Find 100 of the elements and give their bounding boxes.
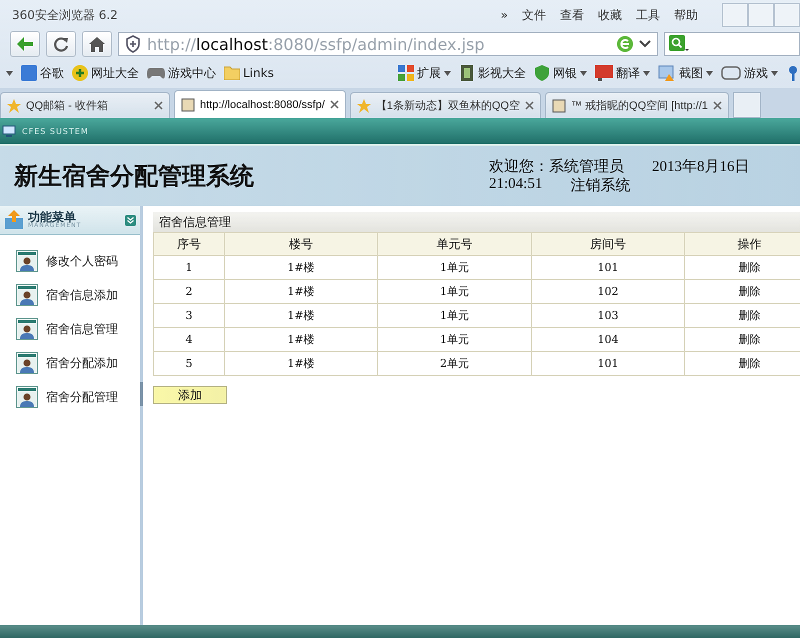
menu-title: 功能菜单	[28, 211, 76, 223]
shield-icon	[125, 35, 141, 53]
grid-icon	[398, 65, 414, 81]
delete-link[interactable]: 删除	[685, 352, 800, 376]
home-icon	[89, 36, 105, 52]
browser-tab[interactable]: 【1条新动态】双鱼林的QQ空	[350, 92, 541, 118]
page-icon	[181, 98, 195, 112]
time-text: 21:04:51	[489, 176, 542, 194]
user-card-icon	[16, 352, 38, 374]
dropdown-icon[interactable]	[639, 40, 651, 48]
toolbar-button[interactable]: 截图	[658, 64, 713, 82]
menu-item[interactable]: 查看	[560, 6, 584, 24]
home-button[interactable]	[82, 31, 112, 57]
table-cell: 3	[153, 304, 225, 328]
menu-item[interactable]: 文件	[522, 6, 546, 24]
table-cell: 1单元	[378, 304, 532, 328]
logout-link[interactable]: 注销系统	[570, 176, 630, 195]
caret-icon	[706, 70, 713, 76]
caret-icon	[444, 70, 451, 76]
table-cell: 1#楼	[225, 352, 378, 376]
toolbar-button[interactable]: 游戏	[721, 64, 778, 82]
browser-tab[interactable]: ™ 戒指昵的QQ空间 [http://1	[544, 92, 729, 118]
sidebar-item[interactable]: 修改个人密码	[14, 249, 140, 273]
browser-title: 360安全浏览器 6.2	[12, 6, 118, 24]
caret-icon	[643, 70, 650, 76]
app-title: 新生宿舍分配管理系统	[14, 160, 255, 192]
table-cell: 104	[532, 328, 685, 352]
table-cell: 1	[153, 256, 225, 280]
toolbar-button[interactable]: 扩展	[398, 64, 451, 82]
user-card-icon	[16, 318, 38, 340]
inbox-arrow-icon	[4, 210, 24, 230]
shield-icon	[534, 65, 550, 81]
back-arrow-icon	[17, 37, 33, 51]
date-text: 2013年8月16日	[652, 158, 750, 176]
toolbar-button[interactable]: 影视大全	[459, 64, 526, 82]
refresh-button[interactable]	[46, 31, 76, 57]
menu-item[interactable]: 收藏	[598, 6, 622, 24]
column-header: 楼号	[225, 232, 378, 256]
back-button[interactable]	[10, 31, 40, 57]
table-cell: 1单元	[378, 328, 532, 352]
table-cell: 1#楼	[225, 280, 378, 304]
table-cell: 101	[532, 352, 685, 376]
close-icon[interactable]	[712, 101, 722, 110]
bookmark-link[interactable]: 谷歌	[21, 64, 64, 82]
welcome-text: 欢迎您：系统管理员	[489, 157, 624, 176]
star-icon	[7, 98, 21, 112]
system-label: CFES SUSTEM	[22, 126, 89, 136]
toolbar-button[interactable]: 网银	[534, 64, 587, 82]
close-icon[interactable]	[154, 101, 163, 110]
table-cell: 103	[532, 304, 685, 328]
search-field[interactable]	[664, 32, 800, 56]
bookmark-link[interactable]: 游戏中心	[147, 64, 216, 82]
column-header: 序号	[153, 232, 225, 256]
table-cell: 1#楼	[225, 304, 378, 328]
address-field[interactable]: http://localhost:8080/ssfp/admin/index.jsp	[118, 32, 658, 56]
sidebar-item[interactable]: 宿舍分配管理	[14, 385, 140, 409]
delete-link[interactable]: 删除	[685, 280, 800, 304]
sidebar-item[interactable]: 宿舍信息添加	[14, 283, 140, 307]
delete-link[interactable]: 删除	[685, 256, 800, 280]
sidebar-item[interactable]: 宿舍信息管理	[14, 317, 140, 341]
menu-item[interactable]: 工具	[636, 6, 660, 24]
screenshot-icon	[658, 65, 676, 81]
browser-tab[interactable]: QQ邮箱 - 收件箱	[0, 92, 170, 118]
user-card-icon	[16, 284, 38, 306]
splitter-handle[interactable]	[140, 382, 143, 406]
sidebar-item[interactable]: 宿舍分配添加	[14, 351, 140, 375]
search-icon	[669, 35, 689, 53]
table-cell: 5	[153, 352, 225, 376]
refresh-icon	[53, 36, 69, 52]
table-cell: 2	[153, 280, 225, 304]
table-cell: 101	[532, 256, 685, 280]
toolbar-button[interactable]: 翻译	[595, 64, 650, 82]
plus-circle-icon	[72, 65, 88, 81]
delete-link[interactable]: 删除	[685, 304, 800, 328]
delete-link[interactable]: 删除	[685, 328, 800, 352]
table-cell: 4	[153, 328, 225, 352]
caret-icon	[6, 70, 13, 76]
browser-mode-icon[interactable]	[617, 36, 633, 52]
panel-title: 宿舍信息管理	[153, 212, 800, 232]
film-strip-icon	[459, 65, 475, 81]
close-icon[interactable]	[330, 100, 339, 109]
menu-item[interactable]: 帮助	[674, 6, 698, 24]
collapse-icon[interactable]	[125, 214, 136, 226]
column-header: 操作	[685, 232, 800, 256]
column-header: 房间号	[532, 232, 685, 256]
bookmark-link[interactable]: 网址大全	[72, 64, 139, 82]
caret-icon	[580, 70, 587, 76]
table-cell: 1单元	[378, 256, 532, 280]
close-icon[interactable]	[524, 101, 534, 110]
table-cell: 1#楼	[225, 256, 378, 280]
add-button[interactable]: 添加	[153, 386, 227, 404]
browser-tab[interactable]: http://localhost:8080/ssfp/	[174, 90, 346, 118]
user-card-icon	[16, 386, 38, 408]
monitor-icon	[2, 125, 16, 137]
bookmark-link[interactable]: Links	[224, 66, 274, 80]
page-icon	[552, 98, 566, 112]
folder-icon	[224, 66, 240, 80]
menu-item[interactable]: »	[500, 8, 508, 22]
user-card-icon	[16, 250, 38, 272]
column-header: 单元号	[378, 232, 532, 256]
